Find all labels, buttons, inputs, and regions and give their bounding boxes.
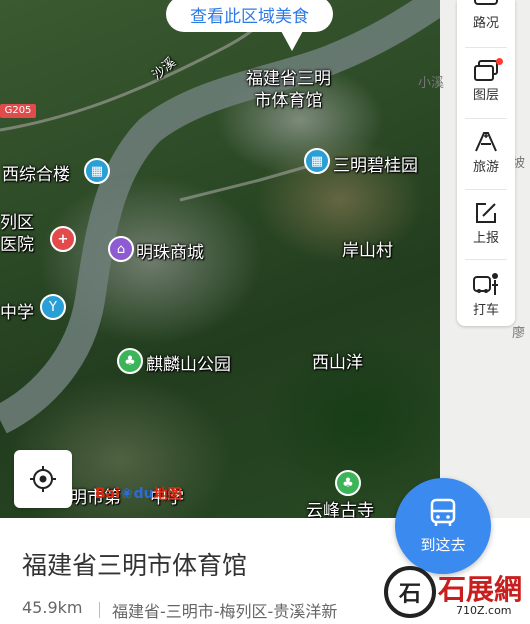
toolbar-item-report[interactable]: 上报 — [457, 193, 515, 255]
toolbar-divider — [465, 47, 507, 48]
map-label-gymnasium[interactable]: 福建省三明 市体育馆 — [246, 68, 331, 112]
traffic-icon — [474, 0, 498, 5]
building-poi-icon[interactable]: ▦ — [84, 158, 110, 184]
map-label-xishanyang: 西山洋 — [312, 353, 363, 373]
toolbar-divider — [465, 118, 507, 119]
place-name: 福建省三明市体育馆 — [22, 551, 248, 580]
go-here-button[interactable]: 到这去 — [395, 478, 491, 574]
go-here-label: 到这去 — [420, 535, 466, 554]
road-shield-g205: G205 — [0, 104, 36, 118]
temple-poi-icon[interactable]: ♣ — [335, 470, 361, 496]
map-label-biguiyuan[interactable]: 三明碧桂园 — [333, 151, 418, 176]
info-divider — [99, 602, 100, 618]
map-label-mingzhu[interactable]: 明珠商城 — [136, 238, 204, 263]
residential-poi-icon[interactable]: ▦ — [304, 148, 330, 174]
watermark-logo: 石 — [384, 566, 436, 618]
toolbar-divider — [465, 259, 507, 260]
map-label-xizonghe[interactable]: 西综合楼 — [2, 160, 70, 185]
map-label-qilinshan[interactable]: 麒麟山公园 — [146, 350, 231, 375]
map-label-middle-school[interactable]: 中学 — [0, 298, 34, 323]
report-icon — [476, 203, 496, 223]
bus-icon — [430, 498, 456, 526]
school-poi-icon[interactable]: Y — [40, 294, 66, 320]
satellite-map[interactable]: G205 沙溪 福建省三明 市体育馆 小溪 西综合楼 ▦ ▦ 三明碧桂园 列区 … — [0, 0, 530, 520]
park-poi-icon[interactable]: ♣ — [117, 348, 143, 374]
baidu-map-logo: Bai ❀ du 地图 — [95, 486, 182, 503]
place-address: 福建省-三明市-梅列区-贵溪洋新 — [112, 602, 338, 621]
toolbar-divider — [465, 189, 507, 190]
locate-me-button[interactable] — [14, 450, 72, 508]
map-label-yanshan: 岸山村 — [342, 241, 393, 261]
map-label-yunfeng[interactable]: 云峰古寺 — [306, 496, 374, 520]
toolbar-item-taxi[interactable]: 打车 — [457, 263, 515, 325]
layers-icon — [474, 60, 498, 81]
watermark-text: 石展網 — [438, 573, 523, 606]
explore-food-button[interactable]: 查看此区域美食 — [166, 0, 333, 32]
toolbar-item-traffic[interactable]: 路况 — [457, 0, 515, 42]
crosshair-icon — [30, 466, 56, 492]
map-label-hospital[interactable]: 列区 医院 — [0, 212, 34, 256]
shopping-poi-icon[interactable]: ⌂ — [108, 236, 134, 262]
toolbar-item-layers[interactable]: 图层 — [457, 52, 515, 114]
map-label-xiaoxi: 小溪 — [418, 76, 445, 91]
food-button-pointer — [280, 29, 304, 51]
map-toolbar: 路况 图层 旅游 上报 打车 — [457, 0, 515, 326]
baidu-paw-icon: ❀ — [120, 486, 133, 502]
watermark-url: 710Z.com — [456, 604, 512, 617]
explore-food-label: 查看此区域美食 — [190, 6, 309, 27]
taxi-icon — [473, 273, 498, 295]
toolbar-item-travel[interactable]: 旅游 — [457, 122, 515, 184]
hospital-poi-icon[interactable]: + — [50, 226, 76, 252]
site-watermark: 石 石展網 710Z.com — [378, 562, 530, 624]
travel-icon — [475, 132, 497, 152]
layers-badge — [496, 58, 503, 65]
place-distance: 45.9km — [22, 598, 83, 617]
